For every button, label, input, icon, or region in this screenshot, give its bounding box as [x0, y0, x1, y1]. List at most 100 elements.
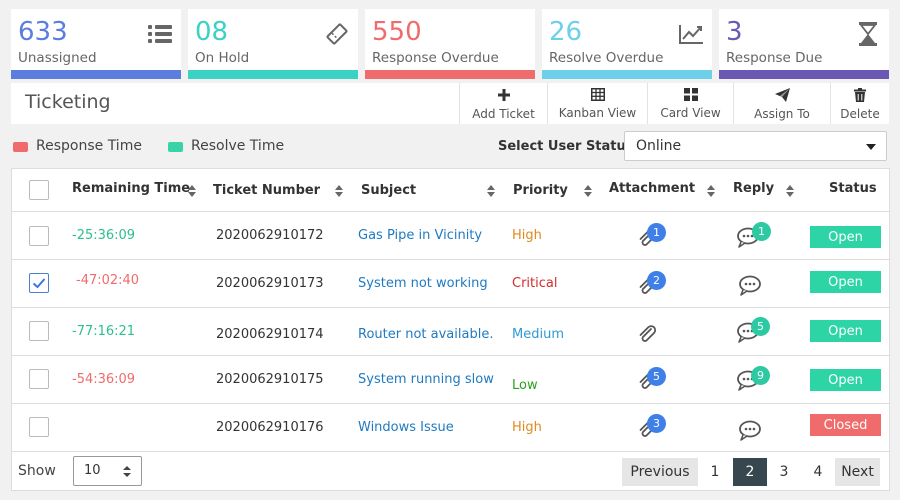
- response-time-swatch: [13, 142, 28, 152]
- page-size-select[interactable]: 10: [73, 456, 142, 486]
- row-divider: [12, 403, 889, 404]
- kpi-value: 08: [195, 17, 229, 47]
- ticket-number: 2020062910174: [216, 327, 324, 342]
- pagination-page-1[interactable]: 1: [698, 458, 732, 486]
- kpi-value: 550: [372, 17, 422, 47]
- row-divider: [12, 307, 889, 308]
- ticket-number: 2020062910172: [216, 228, 324, 243]
- kpi-color-bar: [719, 70, 889, 79]
- kpi-card-response-due[interactable]: 3 Response Due: [719, 9, 889, 79]
- subject-link[interactable]: System not working: [358, 276, 488, 291]
- status-badge[interactable]: Open: [810, 369, 881, 391]
- ticket-icon: [324, 21, 350, 47]
- kanban-view-button[interactable]: Kanban View: [547, 83, 647, 124]
- status-badge[interactable]: Open: [810, 320, 881, 342]
- checkmark-icon: [32, 278, 46, 289]
- row-checkbox[interactable]: [29, 321, 49, 341]
- sort-icon[interactable]: [707, 185, 715, 197]
- pagination-page-2[interactable]: 2: [733, 458, 767, 486]
- user-status-select[interactable]: Online: [624, 131, 887, 161]
- ticket-number: 2020062910175: [216, 372, 324, 387]
- ticket-number: 2020062910176: [216, 420, 324, 435]
- remaining-time: -54:36:09: [72, 372, 136, 387]
- show-label: Show: [18, 463, 56, 479]
- resolve-time-legend: Resolve Time: [191, 138, 285, 154]
- kpi-card-resolve-overdue[interactable]: 26 Resolve Overdue: [542, 9, 712, 79]
- header-subject[interactable]: Subject: [361, 169, 416, 211]
- delete-button[interactable]: Delete: [830, 83, 889, 124]
- trend-chart-icon: [678, 21, 704, 47]
- sort-icon[interactable]: [188, 185, 196, 197]
- kpi-label: Unassigned: [18, 50, 97, 66]
- chat-bubble-icon[interactable]: [738, 420, 762, 442]
- priority: Critical: [512, 276, 558, 291]
- header-reply[interactable]: Reply: [733, 167, 774, 209]
- status-badge[interactable]: Open: [810, 226, 881, 248]
- row-checkbox[interactable]: [29, 369, 49, 389]
- pagination-previous[interactable]: Previous: [622, 458, 698, 486]
- row-divider: [12, 355, 889, 356]
- assign-to-button[interactable]: Assign To: [733, 83, 830, 124]
- priority: High: [512, 228, 542, 243]
- subject-link[interactable]: Router not available.: [358, 327, 493, 342]
- header-ticket-number[interactable]: Ticket Number: [213, 169, 320, 211]
- ticketing-toolbar: Ticketing Add Ticket Kanban View Card Vi…: [11, 83, 889, 124]
- row-checkbox[interactable]: [29, 273, 49, 293]
- list-icon: [147, 21, 173, 47]
- kpi-value: 26: [549, 17, 583, 47]
- assign-to-label: Assign To: [754, 107, 810, 121]
- sort-icon[interactable]: [335, 185, 343, 197]
- paper-plane-icon: [774, 88, 790, 102]
- kpi-card-on-hold[interactable]: 08 On Hold: [188, 9, 358, 79]
- status-badge[interactable]: Closed: [810, 414, 881, 436]
- status-badge[interactable]: Open: [810, 271, 881, 293]
- card-grid-icon: [683, 88, 698, 101]
- reply-count-badge: 9: [751, 366, 770, 385]
- sort-icon[interactable]: [786, 185, 794, 197]
- chevron-down-icon: [866, 144, 876, 150]
- header-remaining-time[interactable]: Remaining Time: [72, 167, 190, 209]
- trash-icon: [854, 88, 866, 102]
- kpi-color-bar: [11, 70, 181, 79]
- up-down-arrows-icon: [123, 466, 131, 478]
- select-all-checkbox[interactable]: [29, 180, 49, 200]
- kpi-label: Response Overdue: [372, 50, 499, 66]
- kpi-label: Response Due: [726, 50, 823, 66]
- card-view-label: Card View: [660, 106, 721, 120]
- attachment-count-badge: 2: [647, 271, 666, 290]
- subject-link[interactable]: Windows Issue: [358, 420, 454, 435]
- page-size-value: 10: [84, 463, 101, 478]
- pagination-page-3[interactable]: 3: [767, 458, 801, 486]
- hourglass-icon: [855, 21, 881, 47]
- sort-icon[interactable]: [584, 185, 592, 197]
- kpi-card-unassigned[interactable]: 633 Unassigned: [11, 9, 181, 79]
- chat-bubble-icon[interactable]: [738, 275, 762, 297]
- add-ticket-button[interactable]: Add Ticket: [459, 83, 547, 124]
- kpi-color-bar: [365, 70, 535, 79]
- row-checkbox[interactable]: [29, 226, 49, 246]
- subject-link[interactable]: Gas Pipe in Vicinity: [358, 228, 482, 243]
- kanban-view-label: Kanban View: [558, 106, 637, 120]
- row-checkbox[interactable]: [29, 417, 49, 437]
- row-divider: [12, 259, 889, 260]
- response-time-legend: Response Time: [36, 138, 142, 154]
- add-ticket-label: Add Ticket: [472, 107, 535, 121]
- remaining-time: -47:02:40: [76, 273, 140, 288]
- header-attachment[interactable]: Attachment: [609, 167, 695, 209]
- pagination-page-4[interactable]: 4: [801, 458, 835, 486]
- kpi-color-bar: [188, 70, 358, 79]
- card-view-button[interactable]: Card View: [647, 83, 733, 124]
- remaining-time: -25:36:09: [72, 228, 136, 243]
- sort-icon[interactable]: [487, 185, 495, 197]
- pagination-next[interactable]: Next: [835, 458, 880, 486]
- paperclip-icon[interactable]: [636, 323, 658, 345]
- plus-icon: [497, 89, 510, 101]
- kpi-card-response-overdue[interactable]: 550 Response Overdue: [365, 9, 535, 79]
- reply-count-badge: 1: [752, 222, 771, 241]
- priority: Low: [512, 378, 538, 393]
- attachment-count-badge: 5: [647, 367, 666, 386]
- priority: Medium: [512, 327, 564, 342]
- user-status-value: Online: [636, 138, 682, 154]
- header-priority[interactable]: Priority: [513, 169, 568, 211]
- subject-link[interactable]: System running slow: [358, 372, 494, 387]
